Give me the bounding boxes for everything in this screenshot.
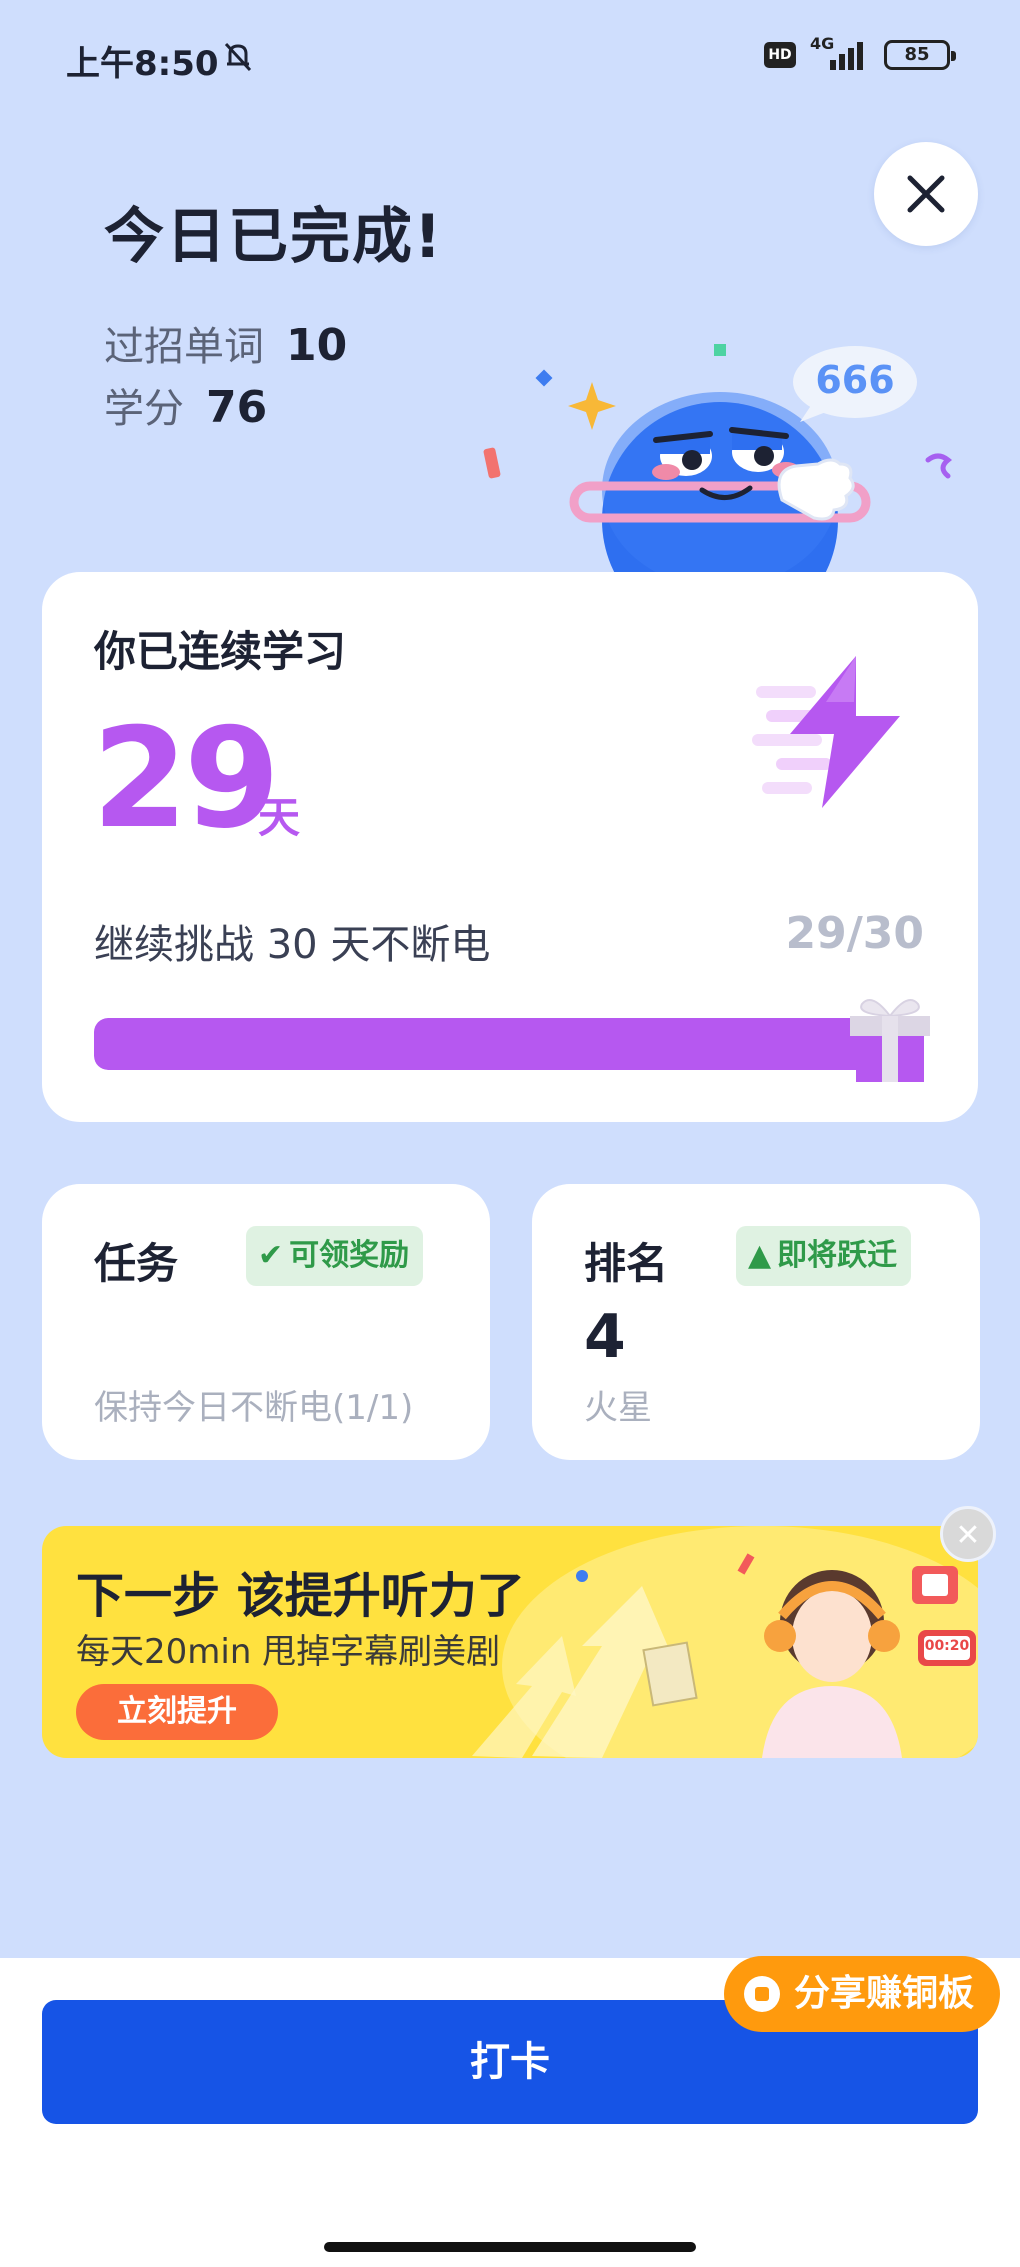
battery-icon: 85 — [884, 40, 956, 70]
streak-days: 29 — [92, 698, 280, 859]
close-icon: ✕ — [955, 1518, 981, 1553]
banner-close-button[interactable]: ✕ — [940, 1506, 996, 1562]
close-button[interactable] — [874, 142, 978, 246]
timer-label: 00:20 — [924, 1638, 970, 1654]
streak-card: 你已连续学习 29 天 继续挑战 30 天不断电 29/30 — [42, 572, 978, 1122]
task-desc: 保持今日不断电(1/1) — [94, 1388, 414, 1428]
banner-subtitle: 每天20min 甩掉字幕刷美剧 — [76, 1632, 501, 1672]
rank-number: 4 — [584, 1302, 626, 1372]
reward-badge-label: 可领奖励 — [289, 1238, 410, 1273]
stat-words-value: 10 — [286, 320, 348, 371]
boost-button[interactable]: 立刻提升 — [76, 1684, 278, 1740]
stat-words-label: 过招单词 — [104, 324, 264, 370]
check-icon: ✔ — [258, 1238, 284, 1273]
home-indicator[interactable] — [324, 2242, 696, 2252]
bubble-text: 666 — [815, 358, 895, 402]
close-icon — [907, 175, 945, 213]
progress-fill — [94, 1018, 880, 1070]
rank-card[interactable]: 排名 ▲ 即将跃迁 4 火星 — [532, 1184, 980, 1460]
page-title: 今日已完成! — [104, 202, 444, 272]
stat-credits: 学分 76 — [104, 376, 267, 434]
signal-icon — [830, 42, 863, 70]
banner-title: 下一步 该提升听力了 — [76, 1568, 525, 1624]
stat-credits-value: 76 — [206, 382, 268, 433]
stat-credits-label: 学分 — [104, 386, 184, 432]
rank-planet: 火星 — [584, 1388, 652, 1428]
streak-label: 你已连续学习 — [94, 627, 347, 676]
bell-off-icon — [224, 42, 252, 72]
promotion-badge: ▲ 即将跃迁 — [736, 1226, 912, 1286]
status-bar: 上午8:50 HD 4G 85 — [0, 0, 1020, 110]
challenge-progress-text: 29/30 — [785, 908, 924, 959]
share-label: 分享赚铜板 — [794, 1973, 975, 2014]
streak-unit: 天 — [258, 793, 301, 842]
share-button[interactable]: 分享赚铜板 — [724, 1956, 1000, 2032]
coin-icon — [744, 1976, 780, 2012]
status-time: 上午8:50 — [66, 44, 219, 84]
rank-title: 排名 — [584, 1239, 669, 1288]
challenge-text: 继续挑战 30 天不断电 — [94, 922, 491, 968]
lightning-icon — [752, 656, 900, 808]
stat-words: 过招单词 10 — [104, 314, 347, 372]
gift-icon[interactable] — [842, 990, 938, 1086]
hd-icon: HD — [764, 42, 796, 68]
promotion-badge-label: 即将跃迁 — [777, 1238, 898, 1273]
task-card[interactable]: 任务 ✔ 可领奖励 保持今日不断电(1/1) — [42, 1184, 490, 1460]
triangle-up-icon: ▲ — [748, 1238, 772, 1273]
task-title: 任务 — [94, 1239, 179, 1288]
listening-banner[interactable]: 00:20 下一步 该提升听力了 每天20min 甩掉字幕刷美剧 立刻提升 — [42, 1526, 978, 1758]
progress-track — [94, 1018, 906, 1070]
reward-badge[interactable]: ✔ 可领奖励 — [246, 1226, 424, 1286]
